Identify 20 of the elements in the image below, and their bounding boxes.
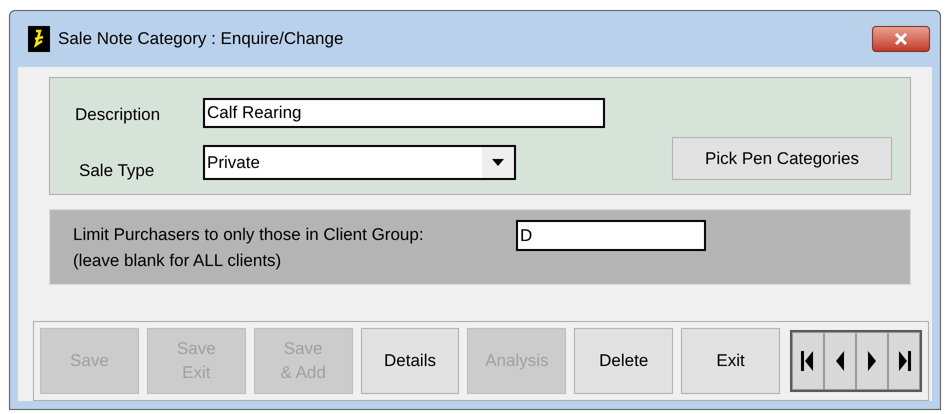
app-icon bbox=[28, 26, 50, 52]
hint-text: (leave blank for ALL clients) bbox=[73, 250, 282, 272]
field-label: Sale Type bbox=[79, 160, 154, 182]
sale-type-dropdown[interactable]: Private bbox=[203, 145, 516, 180]
first-record-button[interactable] bbox=[792, 332, 824, 390]
field-label: Description bbox=[75, 104, 160, 126]
next-record-button[interactable] bbox=[856, 332, 888, 390]
field-label: Limit Purchasers to only those in Client Group: bbox=[73, 224, 424, 246]
pick-pen-categories-button[interactable]: Pick Pen Categories bbox=[672, 137, 892, 180]
toolbar-button[interactable]: Exit bbox=[681, 328, 780, 394]
toolbar-button[interactable]: Delete bbox=[574, 328, 674, 394]
client-group-field[interactable]: D bbox=[516, 220, 706, 251]
toolbar-button[interactable]: Details bbox=[360, 328, 460, 394]
close-button[interactable] bbox=[872, 26, 930, 52]
dropdown-arrow-icon bbox=[492, 159, 504, 166]
description-field[interactable]: Calf Rearing bbox=[203, 98, 605, 128]
window-title: Sale Note Category : Enquire/Change bbox=[58, 28, 344, 50]
last-record-button[interactable] bbox=[888, 332, 920, 390]
previous-record-button[interactable] bbox=[824, 332, 856, 390]
close-icon bbox=[894, 33, 908, 45]
